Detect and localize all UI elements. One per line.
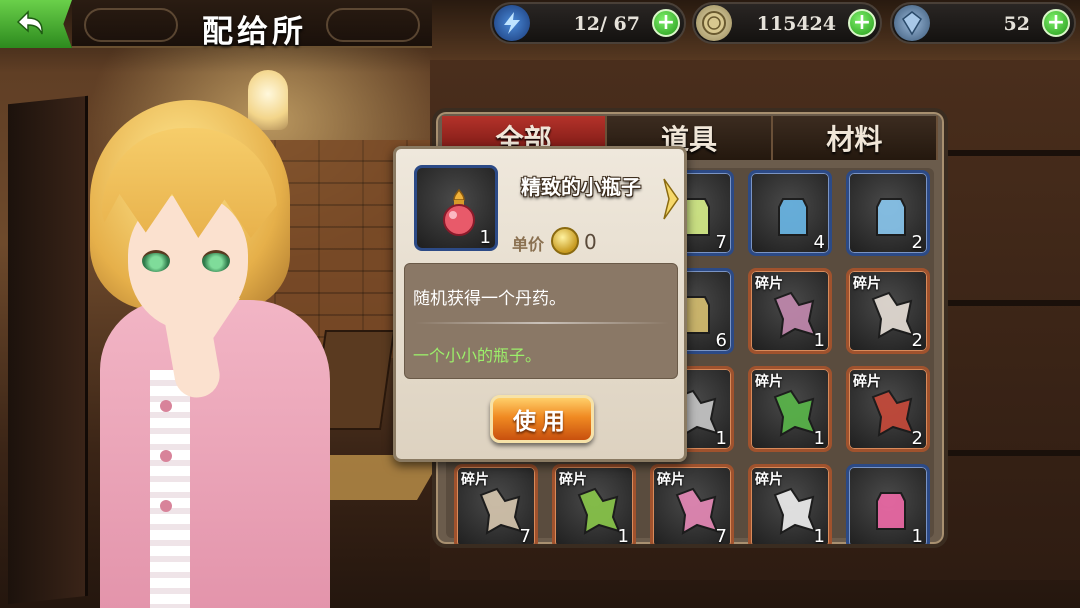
- shard-label: 碎片: [853, 276, 881, 292]
- item-count: 1: [617, 526, 629, 547]
- coin-icon: [696, 5, 732, 41]
- item-count: 4: [813, 232, 825, 253]
- add-energy-button[interactable]: +: [652, 9, 680, 37]
- back-arrow-icon: [16, 10, 43, 35]
- gold-counter: 115424 +: [692, 2, 882, 44]
- item-count: 2: [911, 232, 923, 253]
- add-gems-button[interactable]: +: [1042, 9, 1070, 37]
- item-detail-slot: 1: [414, 165, 498, 251]
- gold-value: 115424: [756, 13, 836, 35]
- inventory-slot[interactable]: 碎片 7: [650, 464, 734, 547]
- item-flavor-text: 一个小小的瓶子。: [413, 346, 542, 365]
- dress-button: [160, 400, 172, 412]
- item-count: 1: [715, 428, 727, 449]
- add-gold-button[interactable]: +: [848, 9, 876, 37]
- inventory-slot[interactable]: 2: [846, 170, 930, 256]
- description-box: 随机获得一个丹药。 一个小小的瓶子。: [404, 263, 678, 379]
- back-button[interactable]: [0, 0, 72, 48]
- item-detail-count: 1: [479, 227, 491, 248]
- description-divider: [415, 322, 669, 324]
- shard-label: 碎片: [559, 472, 587, 488]
- shard-label: 碎片: [755, 374, 783, 390]
- inventory-slot[interactable]: 碎片 1: [552, 464, 636, 547]
- shard-label: 碎片: [755, 472, 783, 488]
- inventory-slot[interactable]: 碎片 1: [748, 464, 832, 547]
- inventory-slot[interactable]: 碎片 1: [748, 366, 832, 452]
- item-count: 7: [715, 526, 727, 547]
- item-detail-popup: 1 精致的小瓶子 单价 0 随机获得一个丹药。 一个小小的瓶子。 使用: [393, 146, 687, 462]
- shard-label: 碎片: [755, 276, 783, 292]
- item-count: 1: [813, 526, 825, 547]
- shard-label: 碎片: [853, 374, 881, 390]
- chevron-right-icon[interactable]: [660, 175, 682, 223]
- coin-icon: [551, 227, 579, 255]
- inventory-slot[interactable]: 碎片 1: [748, 268, 832, 354]
- use-button[interactable]: 使用: [490, 395, 594, 443]
- dress-button: [160, 450, 172, 462]
- page-title: 配给所: [202, 14, 307, 50]
- title-plate: 配给所: [72, 0, 432, 50]
- gem-counter: 52 +: [890, 2, 1076, 44]
- item-count: 2: [911, 330, 923, 351]
- lightning-icon: [494, 5, 530, 41]
- item-count: 7: [715, 232, 727, 253]
- item-count: 2: [911, 428, 923, 449]
- inventory-slot[interactable]: 碎片 7: [454, 464, 538, 547]
- crystal-icon: [894, 5, 930, 41]
- character-dress: [100, 300, 330, 608]
- gem-value: 52: [1003, 13, 1030, 35]
- item-count: 6: [715, 330, 727, 351]
- price-value: 0: [584, 230, 597, 254]
- shard-label: 碎片: [461, 472, 489, 488]
- inventory-slot[interactable]: 4: [748, 170, 832, 256]
- inventory-slot[interactable]: 碎片 2: [846, 366, 930, 452]
- item-count: 7: [519, 526, 531, 547]
- inventory-slot[interactable]: 碎片 2: [846, 268, 930, 354]
- item-name: 精致的小瓶子: [521, 175, 641, 199]
- price-label: 单价: [512, 235, 545, 254]
- tab-materials[interactable]: 材料: [772, 116, 938, 160]
- character-eye: [202, 250, 230, 272]
- item-count: 1: [813, 330, 825, 351]
- item-count: 1: [813, 428, 825, 449]
- energy-value: 12/ 67: [573, 13, 640, 35]
- character-eye: [142, 250, 170, 272]
- door: [8, 95, 88, 605]
- item-count: 1: [911, 526, 923, 547]
- shopkeeper-character: [90, 100, 350, 608]
- inventory-slot[interactable]: 1: [846, 464, 930, 547]
- dress-button: [160, 500, 172, 512]
- shard-label: 碎片: [657, 472, 685, 488]
- energy-counter: 12/ 67 +: [490, 2, 686, 44]
- item-description: 随机获得一个丹药。: [413, 289, 566, 309]
